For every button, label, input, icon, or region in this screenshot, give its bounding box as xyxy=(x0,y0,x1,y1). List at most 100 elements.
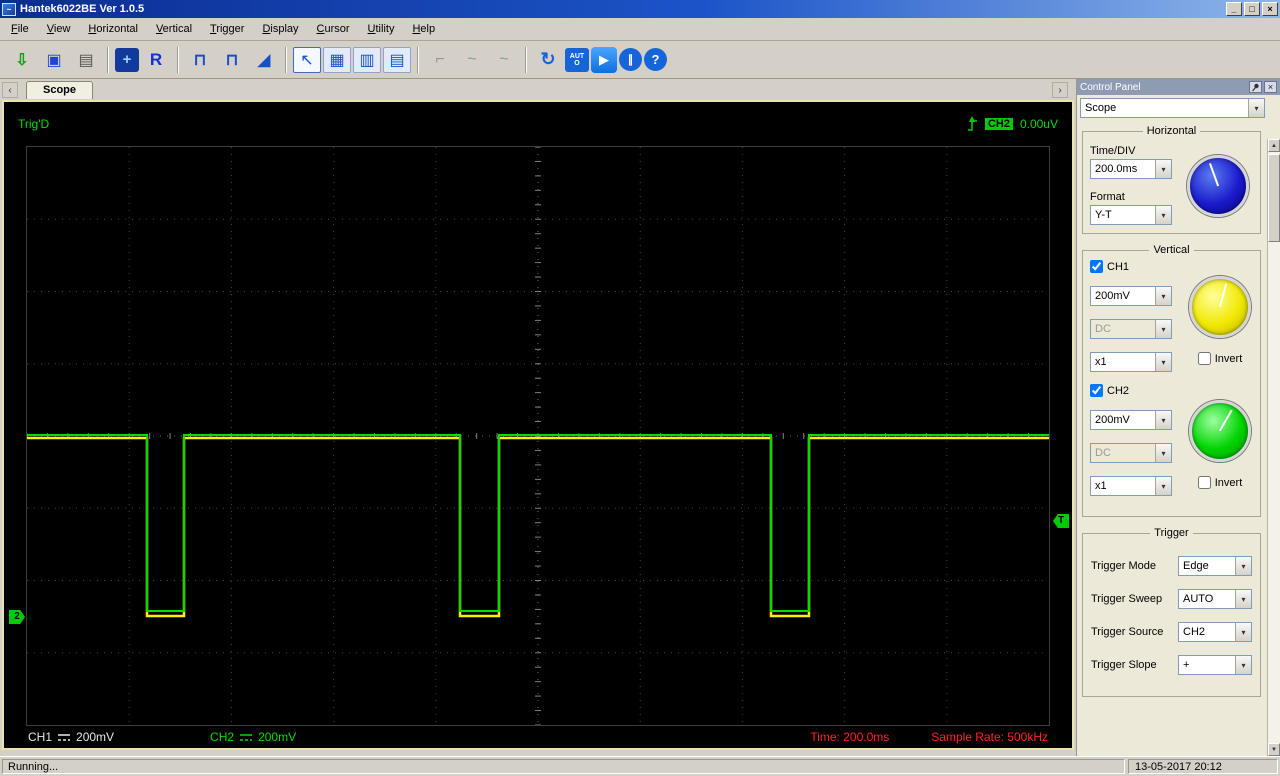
grid-tool-button[interactable]: ▦ xyxy=(323,46,351,73)
trigger-mode-select[interactable]: Edge ▾ xyxy=(1178,556,1252,576)
toolbar-separator xyxy=(107,46,109,73)
trigger-slope-select[interactable]: + ▾ xyxy=(1178,655,1252,675)
tab-bar: ‹ Scope › xyxy=(0,79,1076,99)
sine-wave-button[interactable]: ~ xyxy=(457,46,487,74)
ch1-volts-select[interactable]: 200mV ▾ xyxy=(1090,286,1172,306)
ramp-button[interactable]: ◢ xyxy=(249,46,279,74)
step-wave-button[interactable]: ⌐ xyxy=(425,46,455,74)
menu-file[interactable]: File xyxy=(2,20,38,38)
scroll-up-button[interactable]: ▲ xyxy=(1268,139,1280,152)
ch1-readout[interactable]: CH1 200mV xyxy=(28,730,114,744)
trigger-sweep-select[interactable]: AUTO ▾ xyxy=(1178,589,1252,609)
ch2-scale-value: 200mV xyxy=(258,730,297,744)
pause-button[interactable]: ∥ xyxy=(619,48,642,71)
print-button[interactable]: ▤ xyxy=(71,46,101,74)
bars-tool-button[interactable]: ▥ xyxy=(353,46,381,73)
scroll-down-button[interactable]: ▼ xyxy=(1268,743,1280,756)
format-select[interactable]: Y-T ▾ xyxy=(1090,205,1172,225)
ch1-invert-input[interactable] xyxy=(1197,352,1211,365)
refresh-button[interactable]: ↻ xyxy=(533,46,563,74)
close-icon: × xyxy=(1267,82,1274,92)
trigger-group: Trigger Trigger Mode Edge ▾ Trigger Swee… xyxy=(1082,527,1261,697)
waveform-graticule xyxy=(27,147,1049,725)
knob-pointer xyxy=(1219,410,1233,432)
sine-wave-icon: ~ xyxy=(467,50,477,68)
minimize-button[interactable]: _ xyxy=(1226,2,1242,16)
vertical-group-title: Vertical xyxy=(1153,244,1190,256)
timediv-select[interactable]: 200.0ms ▾ xyxy=(1090,159,1172,179)
menu-help[interactable]: Help xyxy=(403,20,444,38)
maximize-button[interactable]: □ xyxy=(1244,2,1260,16)
tab-scope[interactable]: Scope xyxy=(26,81,94,99)
scrollbar-thumb[interactable] xyxy=(1268,154,1280,242)
horizontal-position-knob[interactable] xyxy=(1187,155,1249,217)
scrollbar-track[interactable] xyxy=(1268,152,1280,743)
ch2-invert-checkbox[interactable]: Invert xyxy=(1197,476,1242,489)
ch2-position-knob[interactable] xyxy=(1189,400,1251,462)
tab-scroll-left-button[interactable]: ‹ xyxy=(2,82,18,98)
format-label: Format xyxy=(1090,191,1125,203)
pin-icon xyxy=(1252,83,1259,91)
horizontal-group: Horizontal Time/DIV 200.0ms ▾ Format Y-T… xyxy=(1082,125,1261,234)
menu-horizontal[interactable]: Horizontal xyxy=(79,20,147,38)
help-icon: ? xyxy=(651,52,660,67)
trigger-channel-badge: CH2 xyxy=(984,118,1013,130)
ch2-probe-select[interactable]: x1 ▾ xyxy=(1090,476,1172,496)
ch1-probe-select[interactable]: x1 ▾ xyxy=(1090,352,1172,372)
sine-wave-icon: ~ xyxy=(499,50,509,68)
tab-scroll-right-button[interactable]: › xyxy=(1052,82,1068,98)
toolbar-separator xyxy=(177,46,179,73)
trigger-group-title: Trigger xyxy=(1154,527,1189,539)
close-button[interactable]: × xyxy=(1262,2,1278,16)
scope-status-bar: Trig'D CH2 0.00uV xyxy=(4,102,1072,146)
menu-vertical[interactable]: Vertical xyxy=(147,20,201,38)
vertical-group: Vertical CH1 200mV ▾ DC ▾ x1 ▾ Invert CH… xyxy=(1082,244,1261,517)
help-button[interactable]: ? xyxy=(644,48,667,71)
menu-view[interactable]: View xyxy=(38,20,80,38)
ch2-checkbox-input[interactable] xyxy=(1090,384,1103,397)
pulse-wide-button[interactable]: ⊓ xyxy=(217,46,247,74)
chevron-right-icon: › xyxy=(1058,84,1062,96)
fit-button[interactable]: + xyxy=(115,47,139,72)
arrow-down-icon: ▼ xyxy=(1271,746,1277,753)
control-panel: Control Panel × Scope ▾ Horizontal Time/… xyxy=(1076,79,1280,756)
dc-coupling-icon xyxy=(58,733,71,741)
menu-cursor[interactable]: Cursor xyxy=(308,20,359,38)
menu-display[interactable]: Display xyxy=(253,20,307,38)
bars-icon: ▥ xyxy=(359,51,375,69)
sine-wave-2-button[interactable]: ~ xyxy=(489,46,519,74)
cursor-tool-button[interactable]: ↖ xyxy=(293,46,321,73)
record-button[interactable]: R xyxy=(141,46,171,74)
ch2-readout[interactable]: CH2 200mV xyxy=(210,730,296,744)
ch1-position-knob[interactable] xyxy=(1189,276,1251,338)
ch2-enable-checkbox[interactable]: CH2 xyxy=(1090,384,1182,397)
pin-button[interactable] xyxy=(1249,81,1262,93)
open-button[interactable]: ⇩ xyxy=(7,46,37,74)
panel-mode-select[interactable]: Scope ▾ xyxy=(1080,98,1265,118)
trigger-sweep-row: Trigger Sweep AUTO ▾ xyxy=(1091,589,1252,609)
ch1-scale-value: 200mV xyxy=(76,730,115,744)
play-button[interactable]: ▶ xyxy=(591,46,617,73)
control-panel-title: Control Panel xyxy=(1080,81,1141,93)
ch2-ground-marker[interactable]: 2 xyxy=(9,610,25,624)
trigger-level-marker[interactable]: T xyxy=(1053,514,1069,528)
ch2-volts-select[interactable]: 200mV ▾ xyxy=(1090,410,1172,430)
dash-tool-button[interactable]: ▤ xyxy=(383,46,411,73)
ch1-checkbox-input[interactable] xyxy=(1090,260,1103,273)
save-button[interactable]: ▣ xyxy=(39,46,69,74)
control-panel-scrollbar[interactable]: ▲ ▼ xyxy=(1267,139,1280,756)
ch2-invert-input[interactable] xyxy=(1197,476,1211,489)
panel-close-button[interactable]: × xyxy=(1264,81,1277,93)
chevron-down-icon: ▾ xyxy=(1235,656,1251,674)
ch1-enable-checkbox[interactable]: CH1 xyxy=(1090,260,1182,273)
ch1-invert-checkbox[interactable]: Invert xyxy=(1197,352,1242,365)
scope-widget: Trig'D CH2 0.00uV CH1 200mV CH2 200mV Ti… xyxy=(2,100,1074,750)
printer-icon: ▤ xyxy=(78,51,94,69)
scope-display[interactable] xyxy=(26,146,1050,726)
cursor-icon: ↖ xyxy=(300,51,314,69)
pulse-narrow-button[interactable]: ⊓ xyxy=(185,46,215,74)
auto-button[interactable]: AUTO xyxy=(565,47,589,72)
trigger-source-select[interactable]: CH2 ▾ xyxy=(1178,622,1252,642)
menu-utility[interactable]: Utility xyxy=(359,20,404,38)
menu-trigger[interactable]: Trigger xyxy=(201,20,253,38)
